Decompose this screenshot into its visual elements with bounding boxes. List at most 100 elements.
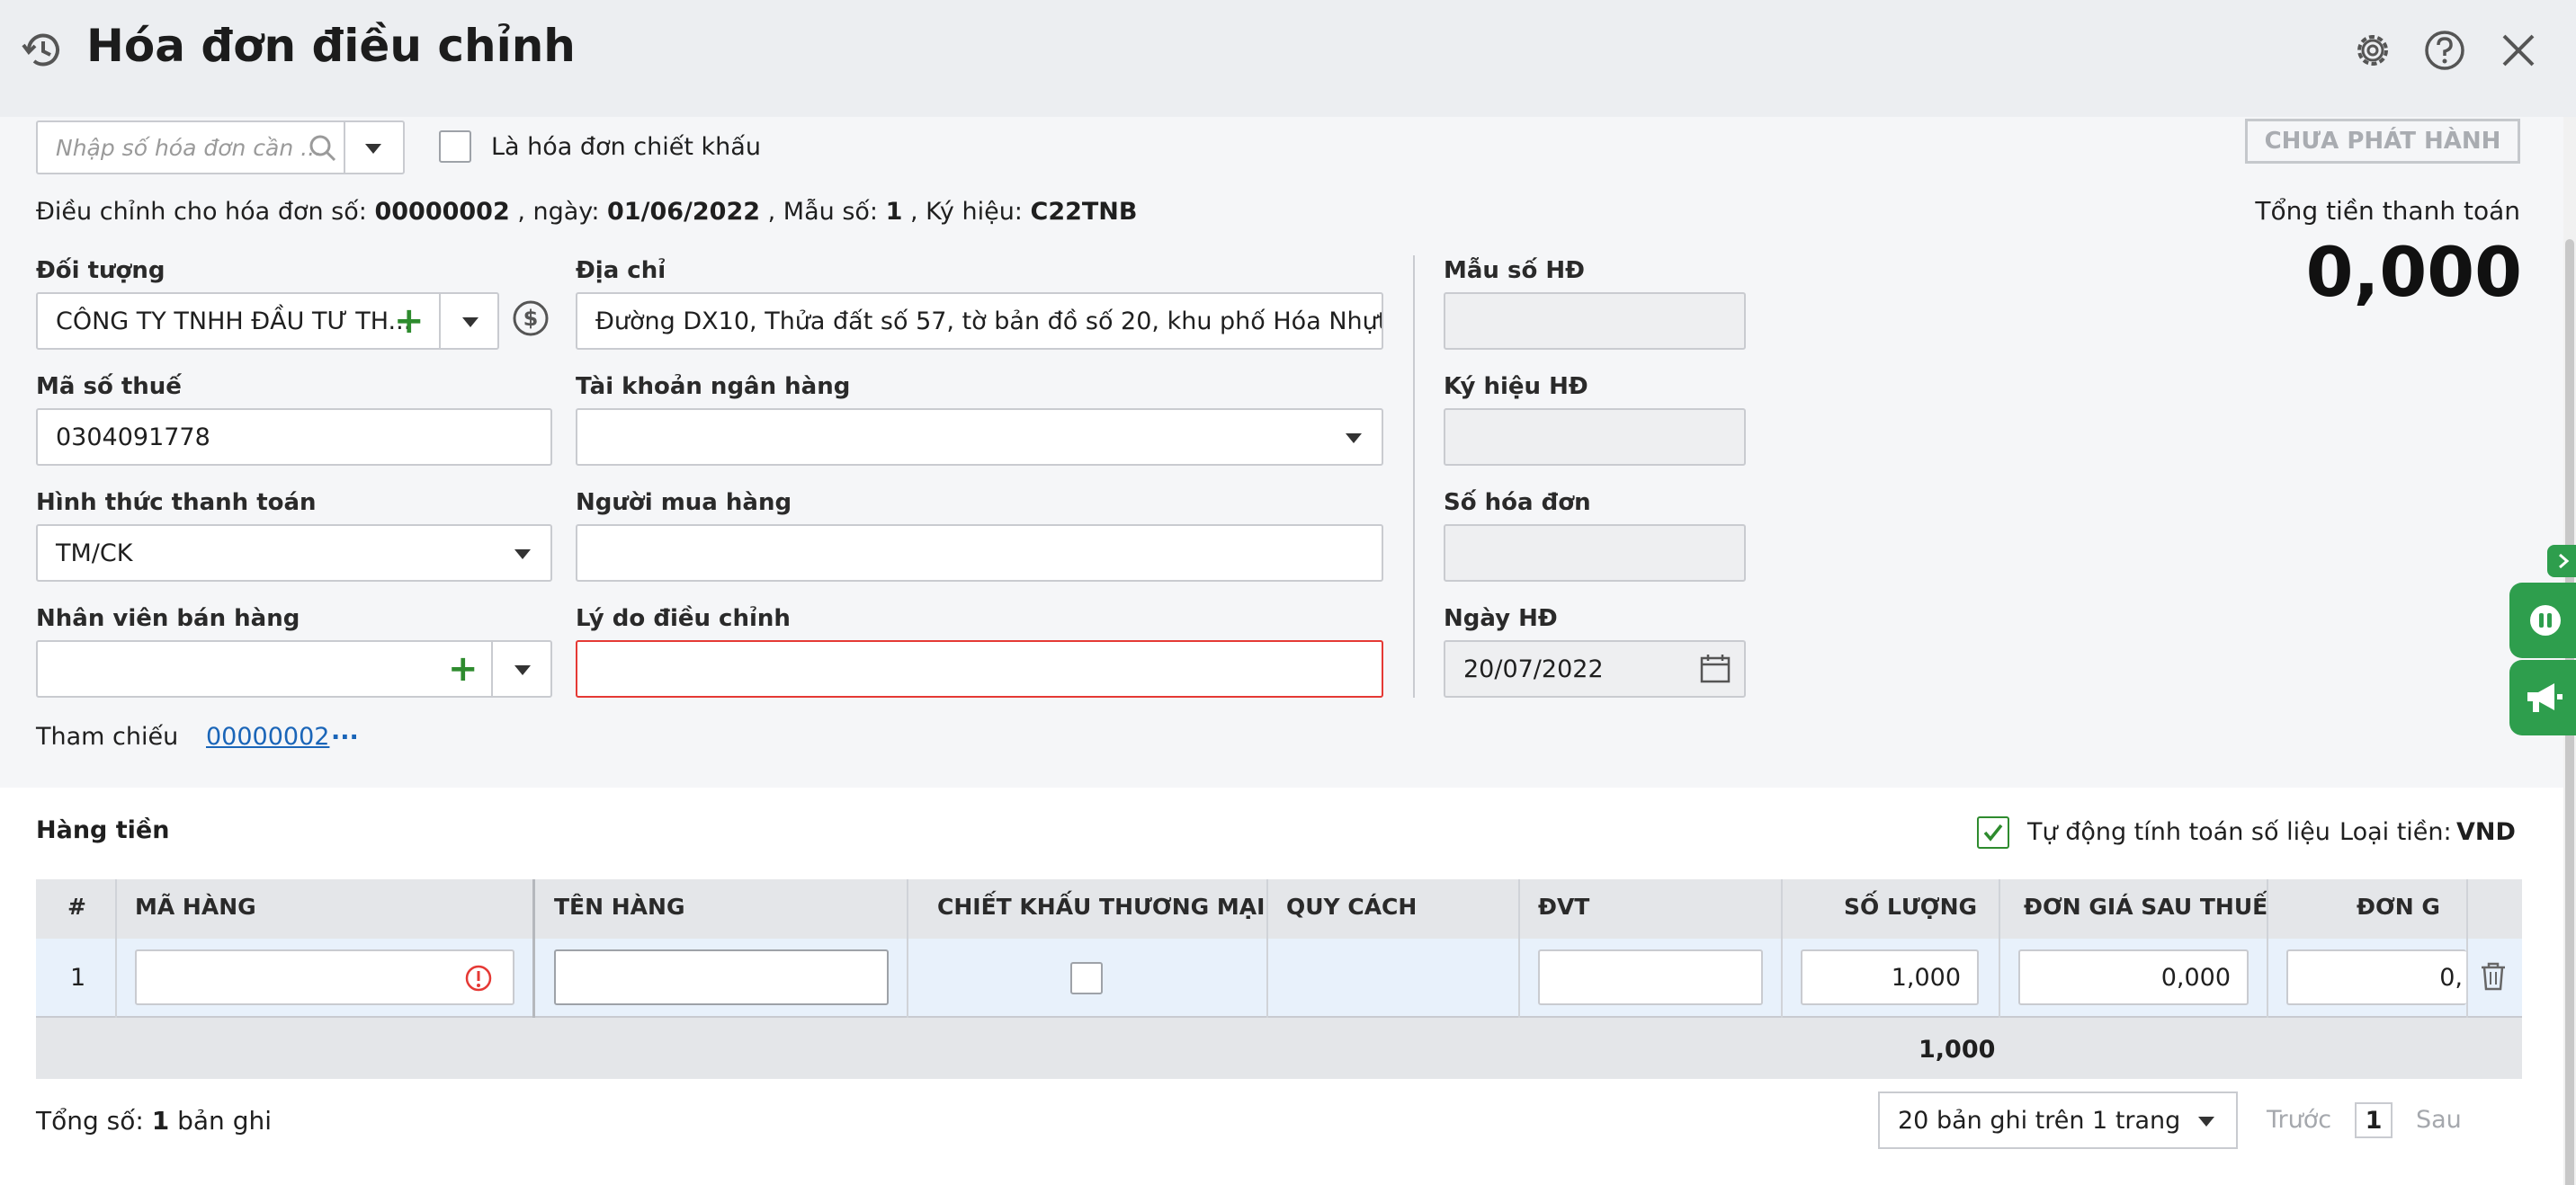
error-icon [465, 965, 492, 992]
col-header-ten-hang[interactable]: TÊN HÀNG [554, 894, 684, 920]
invoice-search-input[interactable]: Nhập số hóa đơn cần ... [36, 120, 405, 174]
chat-icon [2530, 605, 2561, 636]
col-header-so-luong[interactable]: SỐ LƯỢNG [1844, 894, 1977, 920]
hinh-thuc-value: TM/CK [56, 539, 133, 567]
search-divider [344, 122, 345, 173]
auto-calc-checkbox[interactable] [1977, 816, 2009, 849]
trash-icon[interactable] [2477, 960, 2509, 993]
col-divider [532, 879, 535, 1018]
col-divider [2267, 879, 2268, 1018]
column-divider [1413, 255, 1415, 698]
col-divider [2466, 879, 2468, 1018]
mau-so-hd-label: Mẫu số HĐ [1444, 257, 1585, 284]
history-icon [22, 33, 59, 67]
chevron-down-icon[interactable] [365, 144, 381, 154]
hinh-thuc-select[interactable]: TM/CK [36, 524, 552, 582]
chevron-down-icon[interactable] [514, 549, 531, 559]
page-title: Hóa đơn điều chỉnh [86, 20, 576, 72]
chevron-down-icon[interactable] [1346, 433, 1362, 443]
page-size-select[interactable]: 20 bản ghi trên 1 trang [1878, 1091, 2238, 1149]
dia-chi-value: Đường DX10, Thửa đất số 57, tờ bản đồ số… [595, 307, 1383, 335]
col-header-chiet-khau[interactable]: CHIẾT KHẤU THƯƠNG MẠI [937, 894, 1265, 920]
adjust-invoice-no: 00000002 [374, 198, 510, 226]
dia-chi-input[interactable]: Đường DX10, Thửa đất số 57, tờ bản đồ số… [576, 292, 1383, 350]
currency-value: VND [2456, 818, 2516, 846]
calendar-icon[interactable] [1699, 653, 1731, 685]
so-hoa-don-label: Số hóa đơn [1444, 489, 1591, 516]
ma-so-thue-input[interactable]: 0304091778 [36, 408, 552, 466]
don-gia-cell-input[interactable]: 0, [2286, 949, 2466, 1005]
ten-hang-cell-input[interactable] [554, 949, 889, 1005]
col-header-quy-cach[interactable]: QUY CÁCH [1286, 894, 1417, 920]
doi-tuong-input[interactable]: CÔNG TY TNHH ĐẦU TƯ TH... + [36, 292, 499, 350]
doi-tuong-value: CÔNG TY TNHH ĐẦU TƯ TH... [56, 307, 412, 335]
chevron-right-icon [2559, 553, 2570, 569]
chiet-khau-checkbox[interactable] [1070, 962, 1103, 994]
so-luong-cell-input[interactable]: 1,000 [1801, 949, 1979, 1005]
don-gia-sau-thue-value: 0,000 [2160, 963, 2231, 992]
help-icon[interactable] [2421, 27, 2468, 74]
ly-do-label: Lý do điều chỉnh [576, 605, 791, 632]
ly-do-input[interactable] [576, 640, 1383, 698]
next-page-button[interactable]: Sau [2416, 1106, 2462, 1134]
side-expand-button[interactable] [2547, 545, 2576, 577]
tai-khoan-select[interactable] [576, 408, 1383, 466]
discount-invoice-label: Là hóa đơn chiết khấu [491, 133, 761, 161]
status-button[interactable]: CHƯA PHÁT HÀNH [2245, 119, 2520, 164]
search-icon[interactable] [308, 133, 338, 164]
nguoi-mua-label: Người mua hàng [576, 489, 792, 516]
chevron-down-icon[interactable] [514, 665, 531, 675]
ky-hieu-hd-label: Ký hiệu HĐ [1444, 373, 1588, 400]
reference-link[interactable]: 00000002 [206, 723, 329, 751]
chevron-down-icon[interactable] [462, 317, 479, 327]
col-header-ma-hang[interactable]: MÃ HÀNG [135, 894, 256, 920]
doi-tuong-label: Đối tượng [36, 257, 165, 284]
reference-more-button[interactable]: ... [331, 717, 359, 745]
hinh-thuc-label: Hình thức thanh toán [36, 489, 317, 516]
col-header-dvt[interactable]: ĐVT [1538, 894, 1589, 920]
discount-invoice-checkbox[interactable] [439, 130, 471, 163]
don-gia-sau-thue-cell-input[interactable]: 0,000 [2018, 949, 2249, 1005]
svg-text:$: $ [523, 306, 539, 331]
check-icon [1983, 824, 2003, 842]
adjust-prefix: Điều chỉnh cho hóa đơn số: [36, 198, 367, 226]
nhan-vien-input[interactable]: + [36, 640, 552, 698]
ngay-hd-input[interactable]: 20/07/2022 [1444, 640, 1746, 698]
col-divider [1518, 879, 1520, 1018]
adjust-form-no: 1 [885, 198, 903, 226]
col-divider [1999, 879, 2000, 1018]
current-page[interactable]: 1 [2355, 1102, 2393, 1138]
ma-so-thue-value: 0304091778 [56, 423, 210, 451]
page-size-value: 20 bản ghi trên 1 trang [1898, 1106, 2181, 1135]
ma-hang-cell-input[interactable] [135, 949, 514, 1005]
ngay-hd-label: Ngày HĐ [1444, 605, 1558, 632]
record-count-prefix: Tổng số: [36, 1106, 144, 1136]
adjust-date: 01/06/2022 [607, 198, 761, 226]
auto-calc-label: Tự động tính toán số liệu [2027, 818, 2330, 846]
record-count: Tổng số: 1 bản ghi [36, 1106, 272, 1136]
col-divider [1266, 879, 1268, 1018]
add-icon[interactable]: + [394, 303, 425, 339]
chevron-down-icon[interactable] [2198, 1117, 2214, 1127]
reference-label: Tham chiếu [36, 723, 179, 751]
nguoi-mua-input[interactable] [576, 524, 1383, 582]
prev-page-button[interactable]: Trước [2267, 1106, 2331, 1134]
items-section-title: Hàng tiền [36, 816, 170, 844]
adjust-date-label: , ngày: [517, 198, 600, 226]
gear-icon[interactable] [2349, 27, 2396, 74]
dvt-cell-input[interactable] [1538, 949, 1763, 1005]
adjust-symbol-label: , Ký hiệu: [910, 198, 1023, 226]
col-header-don-gia-sau-thue[interactable]: ĐƠN GIÁ SAU THUẾ [2024, 894, 2267, 920]
don-gia-value: 0, [2439, 963, 2463, 992]
add-icon[interactable]: + [448, 651, 479, 687]
announcement-tab-button[interactable] [2509, 660, 2576, 735]
currency-icon[interactable]: $ [511, 298, 550, 338]
record-count-number: 1 [151, 1106, 170, 1136]
so-luong-value: 1,000 [1891, 963, 1961, 992]
col-header-don-gia[interactable]: ĐƠN G [2357, 894, 2464, 920]
close-icon[interactable] [2495, 27, 2542, 74]
megaphone-icon [2527, 683, 2563, 712]
total-value: 0,000 [2305, 232, 2522, 312]
adjust-symbol: C22TNB [1030, 198, 1138, 226]
chat-tab-button[interactable] [2509, 583, 2576, 658]
